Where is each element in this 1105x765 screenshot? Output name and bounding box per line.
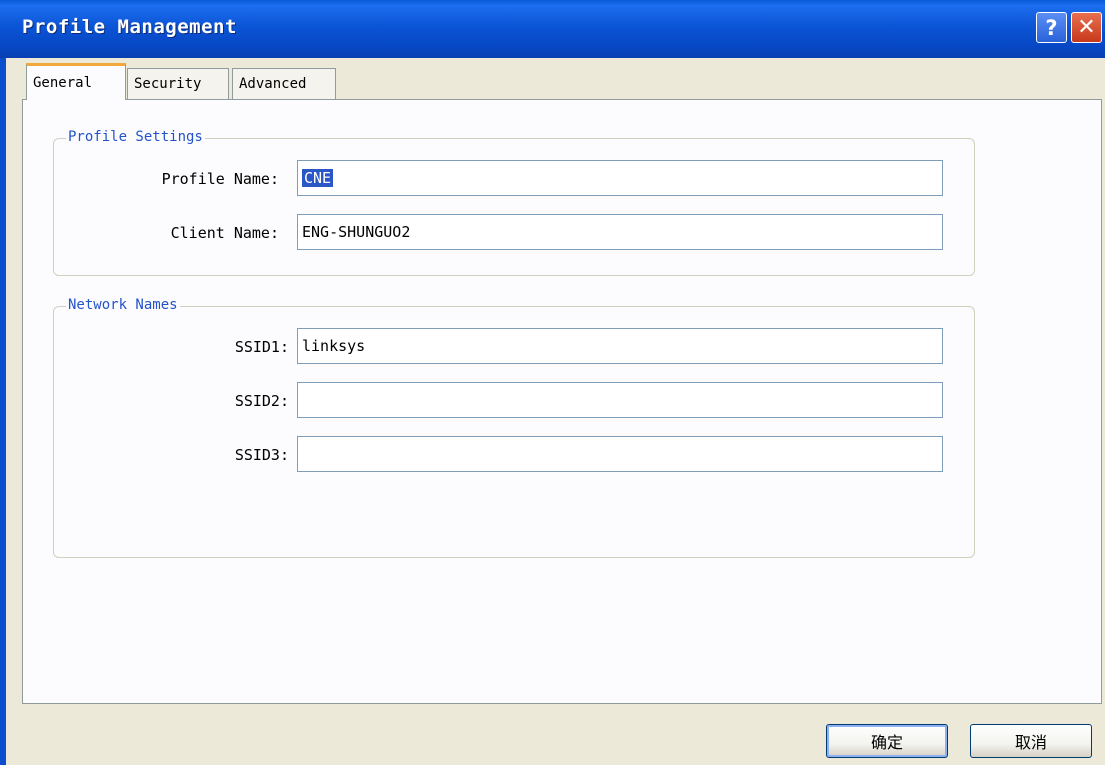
ssid3-label: SSID3: [234,446,289,464]
network-names-legend: Network Names [66,297,180,313]
tab-security[interactable]: Security [127,68,229,100]
ssid3-field[interactable] [297,436,943,472]
profile-name-value: CNE [302,169,334,187]
title-bar[interactable]: Profile Management ? ✕ [0,0,1105,58]
general-tab-panel: Profile Settings Profile Name: CNE Clien… [22,99,1102,704]
help-icon[interactable]: ? [1036,12,1067,43]
ssid2-field[interactable] [297,382,943,418]
client-name-field[interactable]: ENG-SHUNGUO2 [297,214,943,250]
profile-settings-legend: Profile Settings [66,129,205,145]
profile-name-label: Profile Name: [161,170,279,188]
ssid1-field[interactable]: linksys [297,328,943,364]
cancel-button[interactable]: 取消 [970,724,1092,758]
profile-name-field[interactable]: CNE [297,160,943,196]
tab-advanced[interactable]: Advanced [232,68,336,100]
window-title: Profile Management [22,16,237,38]
client-name-label: Client Name: [170,224,279,242]
ssid1-label: SSID1: [234,338,289,356]
ok-button[interactable]: 确定 [826,724,948,758]
tab-general[interactable]: General [26,63,126,100]
window-left-border [0,58,6,765]
ssid2-label: SSID2: [234,392,289,410]
close-icon[interactable]: ✕ [1071,12,1102,43]
profile-settings-group: Profile Settings [53,129,975,276]
